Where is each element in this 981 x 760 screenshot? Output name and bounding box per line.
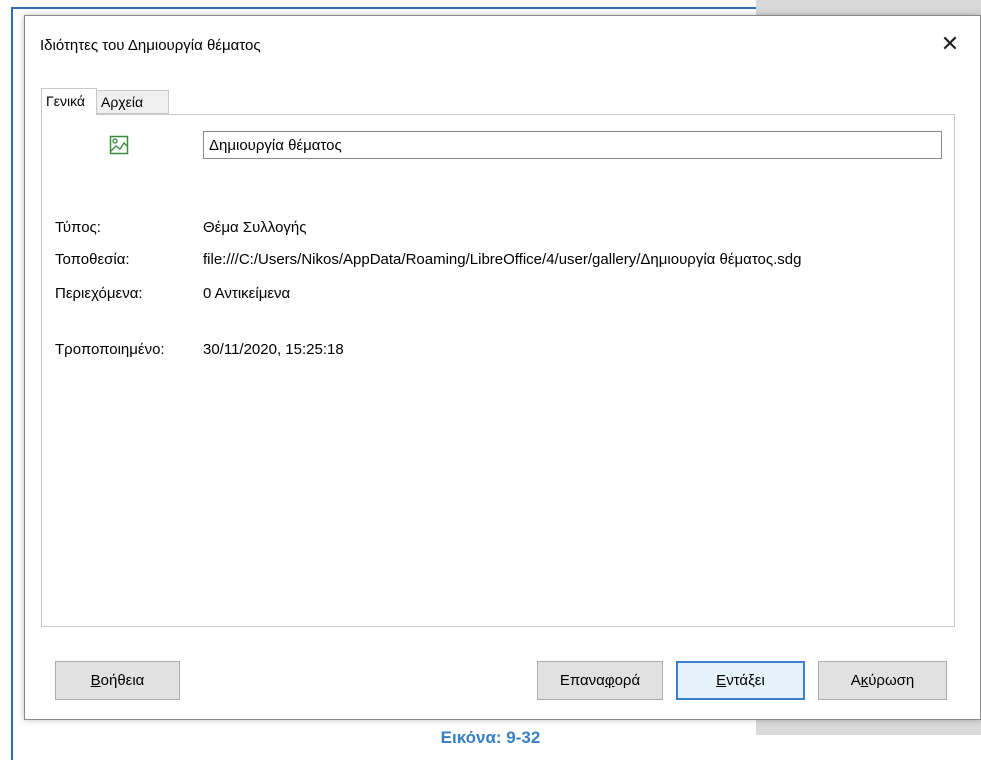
type-label: Τύπος: (55, 219, 101, 236)
contents-value: 0 Αντικείμενα (203, 285, 291, 302)
ok-mnemonic: Ε (716, 672, 727, 689)
tab-general[interactable]: Γενικά (41, 88, 97, 115)
help-button[interactable]: Βοήθεια (55, 661, 180, 700)
properties-dialog: Ιδιότητες του Δημιουργία θέματος ✕ Γενικ… (24, 15, 981, 720)
cancel-label-post: ύρωση (868, 672, 915, 689)
contents-label: Περιεχόμενα: (55, 285, 143, 302)
location-label: Τοποθεσία: (55, 251, 130, 268)
gallery-theme-icon (109, 135, 129, 155)
document-frame-top (11, 7, 756, 9)
reset-mnemonic: φ (604, 672, 615, 689)
ok-button[interactable]: Εντάξει (676, 661, 805, 700)
cancel-label-pre: Α (850, 672, 861, 689)
help-mnemonic: Β (90, 672, 101, 689)
help-label-rest: οήθεια (100, 672, 145, 689)
ok-label-rest: ντάξει (726, 672, 765, 689)
document-frame-left (11, 7, 13, 760)
figure-caption: Εικόνα: 9-32 (440, 728, 541, 747)
modified-label: Τροποποιημένο: (55, 341, 165, 358)
modified-value: 30/11/2020, 15:25:18 (203, 341, 344, 358)
close-icon[interactable]: ✕ (938, 32, 962, 56)
theme-name-input[interactable] (203, 131, 942, 159)
type-value: Θέμα Συλλογής (203, 219, 307, 236)
cancel-button[interactable]: Ακύρωση (818, 661, 947, 700)
dialog-title: Ιδιότητες του Δημιουργία θέματος (40, 37, 261, 54)
general-panel: Τύπος: Θέμα Συλλογής Τοποθεσία: file:///… (41, 114, 955, 627)
reset-label-pre: Επανα (559, 672, 605, 689)
title-bar: Ιδιότητες του Δημιουργία θέματος ✕ (25, 16, 980, 72)
reset-label-post: ορά (614, 672, 641, 689)
location-value: file:///C:/Users/Nikos/AppData/Roaming/L… (203, 251, 802, 268)
tab-files[interactable]: Αρχεία (96, 90, 169, 114)
reset-button[interactable]: Επαναφορά (537, 661, 663, 700)
